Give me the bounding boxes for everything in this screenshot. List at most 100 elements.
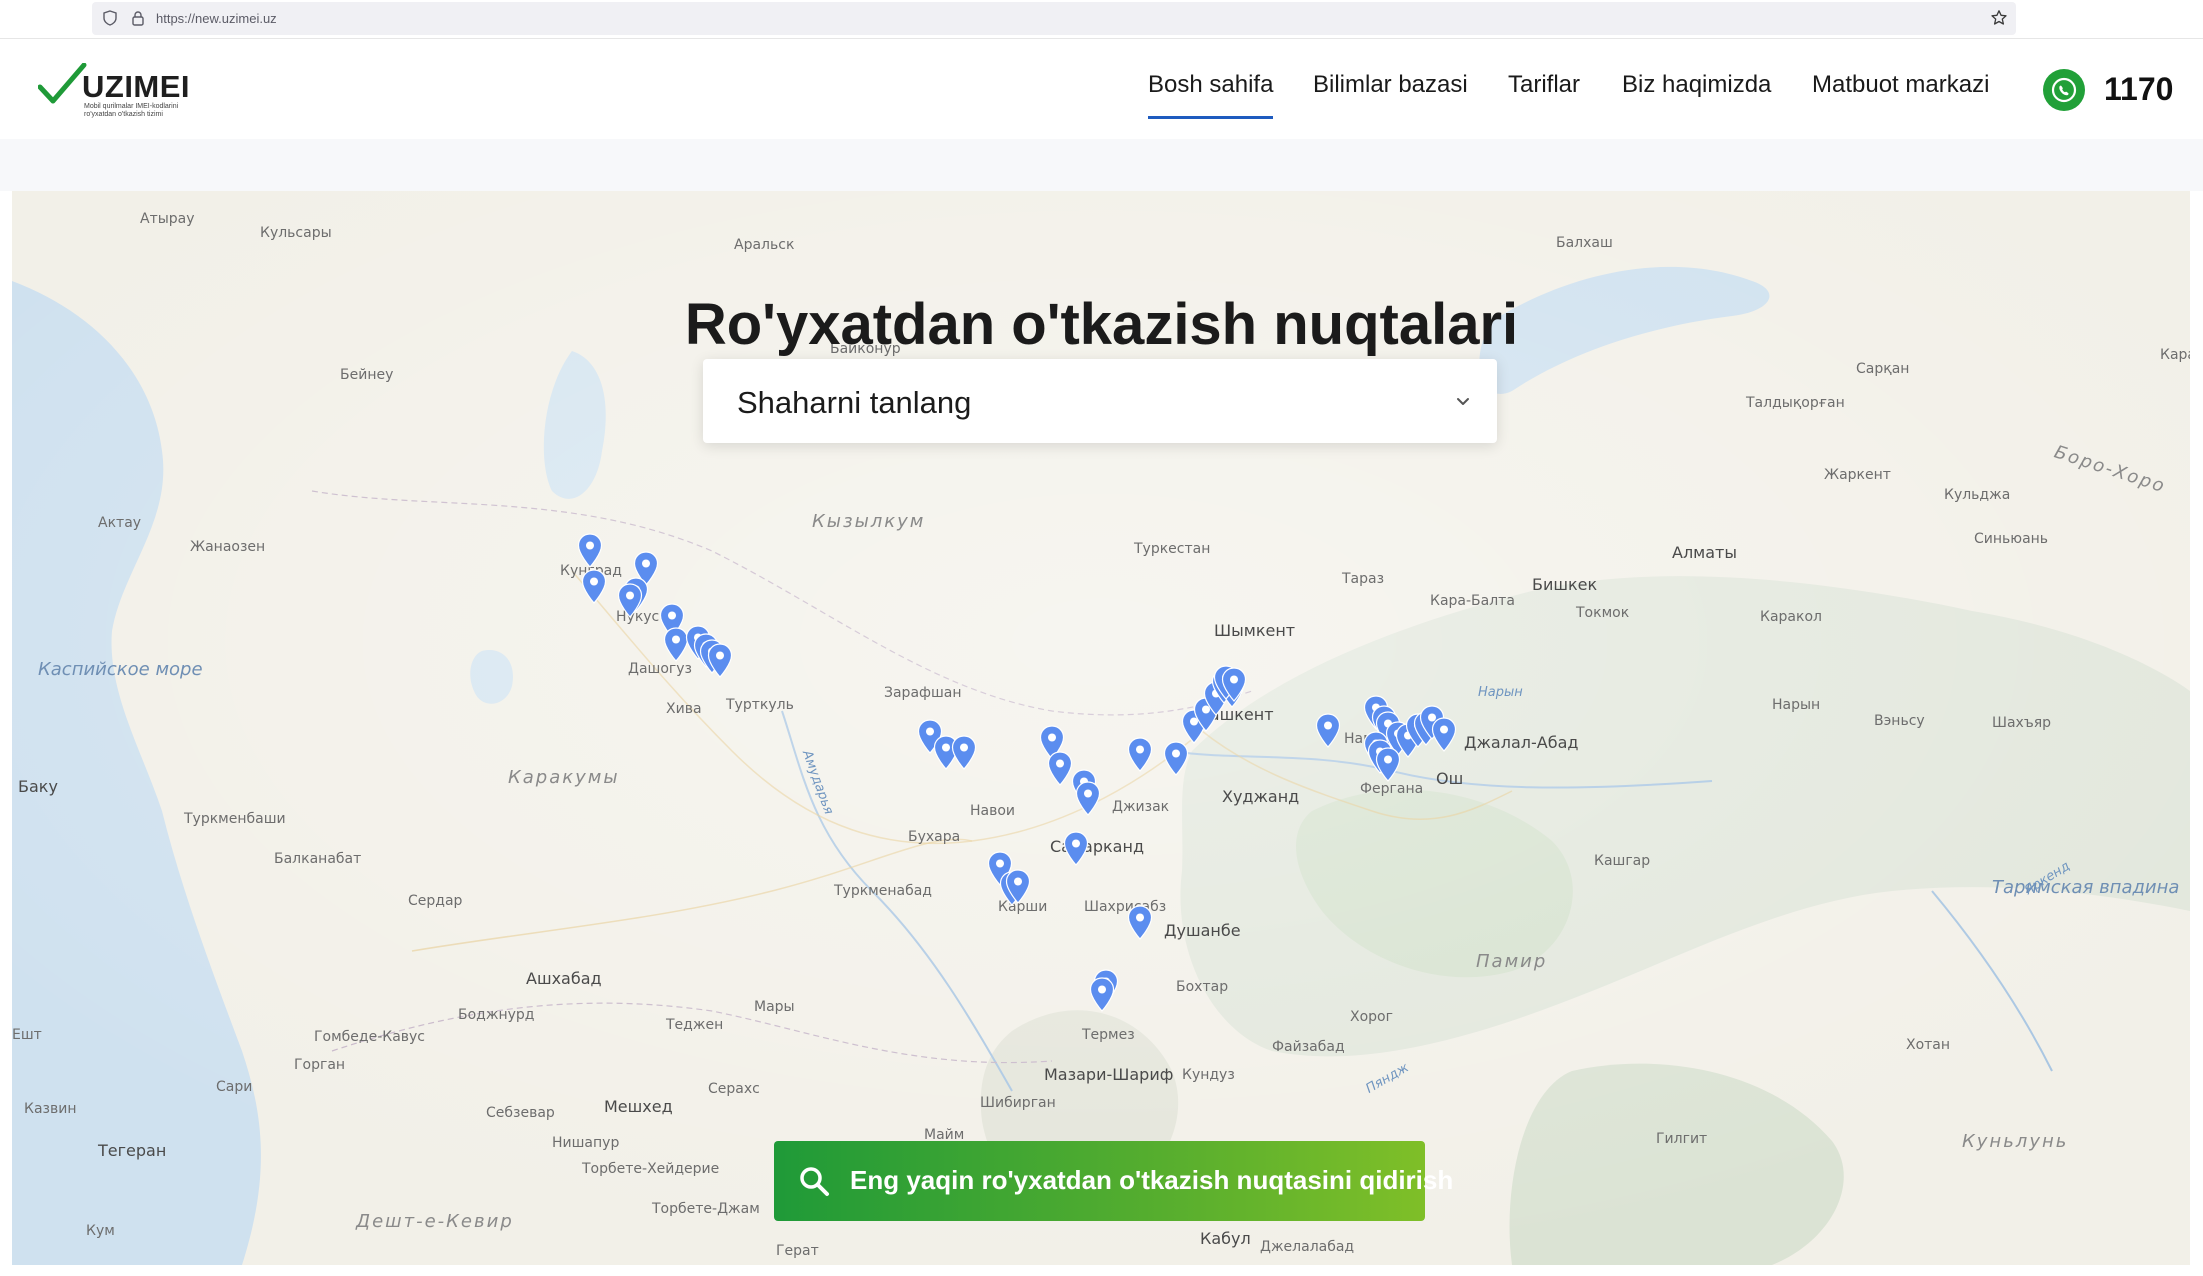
map-label: Себзевар <box>486 1105 555 1121</box>
map-label: Дашогуз <box>628 661 692 677</box>
map-marker-icon[interactable] <box>1221 667 1247 703</box>
url-text[interactable]: https://new.uzimei.uz <box>156 11 277 26</box>
map-label: Ош <box>1436 769 1464 788</box>
shield-icon[interactable] <box>102 10 118 26</box>
map-label: Мары <box>754 999 795 1015</box>
map-label: Кульджа <box>1944 487 2011 503</box>
map-label: Токмок <box>1576 605 1630 621</box>
nav-knowledge-base[interactable]: Bilimlar bazasi <box>1313 71 1468 99</box>
logo[interactable]: UZIMEI Mobil qurilmalar IMEI-kodlarini r… <box>38 61 218 121</box>
map-marker-icon[interactable] <box>1075 781 1101 817</box>
map-label: Тегеран <box>98 1141 167 1160</box>
map-label: Алматы <box>1672 543 1737 562</box>
map-label: Боджнурд <box>458 1007 535 1023</box>
map-label: Джелалабад <box>1260 1239 1355 1255</box>
map-marker-icon[interactable] <box>1375 747 1401 783</box>
map-label: Кашгар <box>1594 853 1651 869</box>
map-label: Хива <box>666 701 702 717</box>
map-label: Атырау <box>140 211 195 227</box>
map-marker-icon[interactable] <box>581 569 607 605</box>
map-marker-icon[interactable] <box>1431 717 1457 753</box>
map-label: Худжанд <box>1222 787 1300 806</box>
search-icon <box>800 1167 829 1196</box>
map-marker-icon[interactable] <box>1063 831 1089 867</box>
map-label: Каракумы <box>508 767 620 788</box>
site-header: UZIMEI Mobil qurilmalar IMEI-kodlarini r… <box>0 39 2203 139</box>
map-label: Тараз <box>1342 571 1385 587</box>
map-label: Душанбе <box>1164 921 1241 940</box>
map-marker-icon[interactable] <box>1089 977 1115 1013</box>
chevron-down-icon <box>1457 398 1469 405</box>
map-label: Кабул <box>1200 1229 1251 1248</box>
map-label: Джалал-Абад <box>1464 733 1579 752</box>
address-bar[interactable]: https://new.uzimei.uz <box>92 2 2016 35</box>
find-nearest-point-label: Eng yaqin ro'yxatdan o'tkazish nuqtasini… <box>850 1165 1454 1195</box>
map-label: Куньлунь <box>1962 1131 2069 1152</box>
map-label: Шибирган <box>980 1095 1056 1111</box>
nav-tariffs[interactable]: Tariflar <box>1508 71 1580 99</box>
map-label: Хотан <box>1906 1037 1951 1053</box>
map-label: Ешт <box>12 1027 42 1043</box>
map-marker-icon[interactable] <box>1127 737 1153 773</box>
nav-home[interactable]: Bosh sahifa <box>1148 71 1274 119</box>
map-marker-icon[interactable] <box>617 583 643 619</box>
browser-toolbar: https://new.uzimei.uz <box>0 0 2203 39</box>
map-label: Туркестан <box>1134 541 1211 557</box>
map-label: Балканабат <box>274 851 362 867</box>
find-nearest-point-button[interactable]: Eng yaqin ro'yxatdan o'tkazish nuqtasini… <box>774 1141 1453 1221</box>
map-marker-icon[interactable] <box>951 735 977 771</box>
map-label: Бишкек <box>1532 575 1598 594</box>
city-select[interactable]: Shaharni tanlang <box>703 359 1497 443</box>
map-marker-icon[interactable] <box>707 643 733 679</box>
map-label: Шахрисабз <box>1084 899 1167 915</box>
map-marker-icon[interactable] <box>577 533 603 569</box>
nav-about-us[interactable]: Biz haqimizda <box>1622 71 1771 99</box>
map-label: Жанаозен <box>190 539 266 555</box>
map-marker-icon[interactable] <box>1047 751 1073 787</box>
map-marker-icon[interactable] <box>1127 905 1153 941</box>
page-title: Ro'yxatdan o'tkazish nuqtalari <box>684 291 1519 357</box>
map-label: Балхаш <box>1556 235 1613 251</box>
map-label: Серахс <box>708 1081 760 1097</box>
map-label: Хорог <box>1350 1009 1393 1025</box>
map-label: Кум <box>86 1223 115 1239</box>
map-label: Нишапур <box>552 1135 620 1151</box>
page-background-band <box>0 139 2203 191</box>
map-label: Ашхабад <box>526 969 602 988</box>
map-label: Джизак <box>1112 799 1170 815</box>
map-label: Шахъяр <box>1992 715 2052 731</box>
map-label: Шымкент <box>1214 621 1296 640</box>
map-marker-icon[interactable] <box>1315 713 1341 749</box>
map-label: Памир <box>1476 951 1548 972</box>
map-marker-icon[interactable] <box>1163 741 1189 777</box>
map-label: Навои <box>970 803 1016 819</box>
map-label: Файзабад <box>1272 1039 1345 1055</box>
map-label: Сарқан <box>1856 361 1910 377</box>
lock-icon[interactable] <box>130 10 146 26</box>
map-label: Кульсары <box>260 225 332 241</box>
map-label: Торбете-Хейдерие <box>582 1161 720 1177</box>
map-label: Дешт-е-Кевир <box>356 1211 514 1232</box>
map-label: Гилгит <box>1656 1131 1708 1147</box>
map-label: Бейнеу <box>340 367 394 383</box>
hotline-number[interactable]: 1170 <box>2104 71 2173 108</box>
map-label: Герат <box>776 1243 819 1259</box>
map-label: Жаркент <box>1824 467 1891 483</box>
map-label: Туркменабад <box>834 883 932 899</box>
map-label: Гомбеде-Кавус <box>314 1029 426 1045</box>
map-label: Баку <box>18 777 58 796</box>
map-label: Сердар <box>408 893 463 909</box>
map-label: Казвин <box>24 1101 77 1117</box>
city-select-value: Shaharni tanlang <box>737 385 972 420</box>
bookmark-star-icon[interactable] <box>1990 9 2008 27</box>
map-label: Туркменбаши <box>184 811 286 827</box>
map-label: Нарын <box>1478 685 1523 700</box>
checkmark-logo-icon <box>38 63 87 104</box>
map-label: Горган <box>294 1057 346 1073</box>
map-label: Каракол <box>1760 609 1822 625</box>
phone-icon[interactable] <box>2043 69 2085 111</box>
map-marker-icon[interactable] <box>1005 869 1031 905</box>
map-label: Зарафшан <box>884 685 962 701</box>
nav-press-center[interactable]: Matbuot markazi <box>1812 71 1989 99</box>
map-label: Синьюань <box>1974 531 2049 547</box>
